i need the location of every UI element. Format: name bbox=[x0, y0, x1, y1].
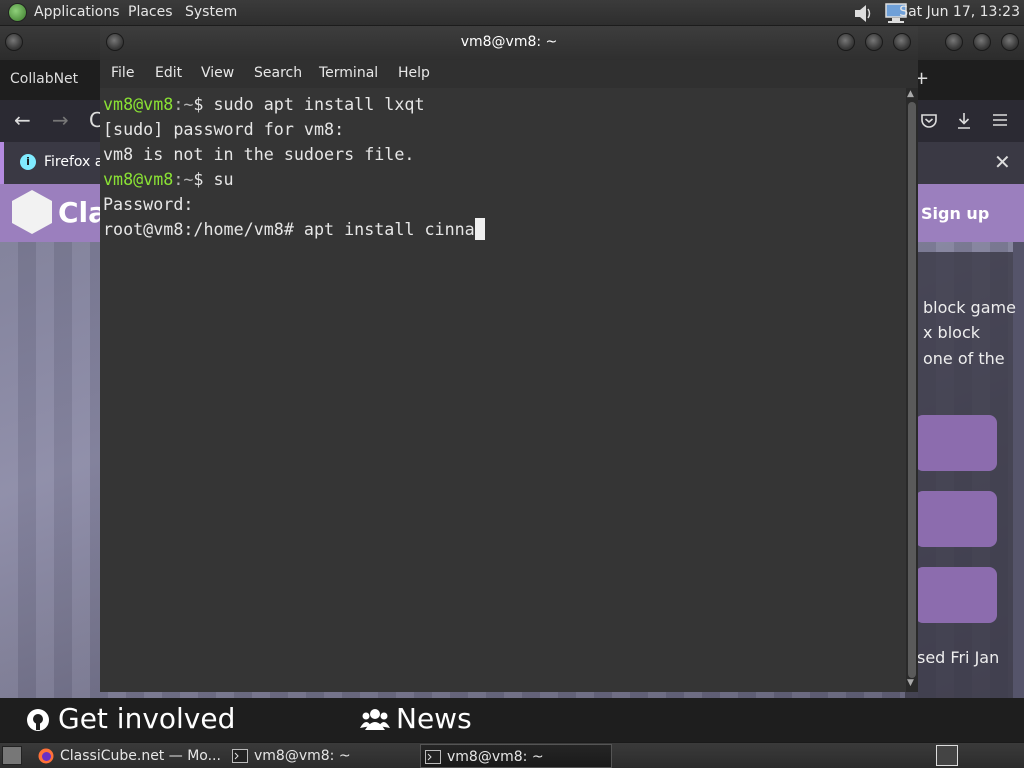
system-menu[interactable]: System bbox=[185, 4, 237, 20]
task-label: vm8@vm8: ~ bbox=[447, 749, 544, 765]
terminal-title: vm8@vm8: ~ bbox=[460, 34, 558, 50]
clock[interactable]: Sat Jun 17, 13:23 bbox=[899, 4, 1020, 20]
terminal-titlebar[interactable]: vm8@vm8: ~ bbox=[100, 26, 918, 60]
github-icon bbox=[27, 709, 49, 731]
scroll-up-icon[interactable]: ▲ bbox=[907, 89, 914, 99]
card-text-line: x block bbox=[923, 323, 981, 342]
terminal-icon bbox=[232, 749, 248, 763]
back-icon[interactable]: ← bbox=[14, 108, 31, 132]
firefox-icon bbox=[38, 748, 54, 764]
task-label: vm8@vm8: ~ bbox=[254, 748, 351, 764]
scroll-down-icon[interactable]: ▼ bbox=[907, 678, 914, 688]
prompt-path: :~ bbox=[173, 169, 194, 189]
terminal-line: vm8 is not in the sudoers file. bbox=[103, 144, 415, 164]
task-terminal-active[interactable]: vm8@vm8: ~ bbox=[420, 744, 612, 768]
terminal-window: vm8@vm8: ~ File Edit View Search Termina… bbox=[100, 26, 918, 692]
menu-view[interactable]: View bbox=[201, 65, 234, 81]
task-firefox[interactable]: ClassiCube.net — Mo... bbox=[34, 744, 224, 768]
pocket-icon[interactable] bbox=[920, 112, 938, 130]
text-cursor bbox=[474, 218, 485, 240]
prompt-path: :~ bbox=[173, 94, 194, 114]
close-icon[interactable] bbox=[893, 33, 911, 51]
users-icon bbox=[360, 709, 390, 730]
menu-terminal[interactable]: Terminal bbox=[319, 65, 378, 81]
info-icon: i bbox=[20, 154, 36, 170]
workspace-switcher[interactable] bbox=[936, 745, 958, 766]
menu-search[interactable]: Search bbox=[254, 65, 302, 81]
card-button[interactable] bbox=[915, 415, 997, 471]
menu-file[interactable]: File bbox=[111, 65, 134, 81]
card-button[interactable] bbox=[915, 491, 997, 547]
applications-menu[interactable]: Applications bbox=[34, 4, 120, 20]
terminal-line: vm8@vm8:~$ sudo apt install lxqt bbox=[103, 92, 425, 117]
notification-text: Firefox a bbox=[44, 154, 104, 170]
sign-up-link[interactable]: Sign up bbox=[921, 204, 989, 223]
card-button[interactable] bbox=[915, 567, 997, 623]
minimize-icon[interactable] bbox=[837, 33, 855, 51]
terminal-menubar: File Edit View Search Terminal Help bbox=[100, 60, 918, 88]
site-intro-card: block game x block one of the sed Fri Ja… bbox=[905, 252, 1016, 698]
volume-icon[interactable] bbox=[852, 2, 874, 24]
terminal-line: vm8@vm8:~$ su bbox=[103, 167, 234, 192]
prompt-user: vm8@vm8 bbox=[103, 94, 174, 114]
bottom-panel: ClassiCube.net — Mo... vm8@vm8: ~ vm8@vm… bbox=[0, 742, 1024, 768]
menu-help[interactable]: Help bbox=[398, 65, 430, 81]
terminal-line: [sudo] password for vm8: bbox=[103, 119, 345, 139]
terminal-line: root@vm8:/home/vm8# apt install cinna bbox=[103, 217, 485, 242]
terminal-line: Password: bbox=[103, 194, 194, 214]
minimize-icon[interactable] bbox=[945, 33, 963, 51]
show-desktop-icon[interactable] bbox=[2, 746, 22, 765]
close-icon[interactable] bbox=[1001, 33, 1019, 51]
terminal-scrollbar[interactable]: ▲ ▼ bbox=[906, 88, 918, 692]
app-menu-icon[interactable] bbox=[992, 113, 1008, 127]
news-link[interactable]: News bbox=[396, 702, 472, 735]
scrollbar-thumb[interactable] bbox=[908, 102, 916, 678]
menu-edit[interactable]: Edit bbox=[155, 65, 182, 81]
command-text: $ su bbox=[193, 169, 234, 189]
command-text: $ sudo apt install lxqt bbox=[193, 94, 425, 114]
browser-tab[interactable]: CollabNet bbox=[10, 71, 78, 87]
downloads-icon[interactable] bbox=[955, 111, 973, 131]
site-footer: Get involved News bbox=[0, 698, 1024, 742]
maximize-icon[interactable] bbox=[973, 33, 991, 51]
command-text: root@vm8:/home/vm8# apt install cinna bbox=[103, 219, 475, 239]
card-text-line: block game bbox=[923, 298, 1016, 317]
mate-logo-icon[interactable] bbox=[8, 3, 27, 22]
task-terminal[interactable]: vm8@vm8: ~ bbox=[228, 744, 418, 768]
terminal-output[interactable]: vm8@vm8:~$ sudo apt install lxqt [sudo] … bbox=[100, 88, 906, 692]
prompt-user: vm8@vm8 bbox=[103, 169, 174, 189]
forward-icon[interactable]: → bbox=[52, 108, 69, 132]
card-footer-text: sed Fri Jan bbox=[917, 648, 1000, 667]
terminal-icon bbox=[425, 750, 441, 764]
card-text-line: one of the bbox=[923, 349, 1005, 368]
classicube-logo-icon[interactable] bbox=[12, 190, 52, 234]
maximize-icon[interactable] bbox=[865, 33, 883, 51]
top-panel: Applications Places System Sat Jun 17, 1… bbox=[0, 0, 1024, 26]
places-menu[interactable]: Places bbox=[128, 4, 173, 20]
notification-close-icon[interactable]: ✕ bbox=[994, 150, 1011, 174]
window-menu-icon[interactable] bbox=[5, 33, 23, 51]
get-involved-link[interactable]: Get involved bbox=[58, 702, 235, 735]
task-label: ClassiCube.net — Mo... bbox=[60, 748, 221, 764]
